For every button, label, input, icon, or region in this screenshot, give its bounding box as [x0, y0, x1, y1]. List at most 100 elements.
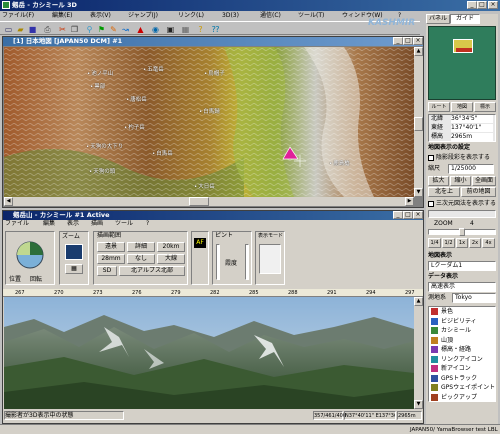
- tab-route[interactable]: ルート: [428, 102, 450, 112]
- focus-slider[interactable]: [216, 244, 220, 280]
- tab-panel[interactable]: パネル: [426, 14, 450, 24]
- haze-slider[interactable]: [245, 244, 249, 280]
- place-label[interactable]: 天狗の頭: [89, 167, 115, 175]
- mountain-icon[interactable]: ▲: [135, 24, 146, 35]
- menu-item[interactable]: ファイル(F): [2, 12, 34, 20]
- help-icon[interactable]: ?: [195, 24, 206, 35]
- place-label[interactable]: 五竜岳: [143, 65, 164, 73]
- datum-select[interactable]: Tokyo: [452, 293, 496, 303]
- layer-item[interactable]: 新アイコン: [429, 364, 471, 373]
- print-icon[interactable]: ⎙: [42, 24, 53, 35]
- menu-item[interactable]: ツール(T): [298, 12, 324, 20]
- 3d-landscape-view[interactable]: [4, 297, 414, 409]
- place-label[interactable]: 唐松岳: [126, 95, 147, 103]
- detail-button[interactable]: 詳細: [127, 242, 155, 252]
- scroll-right-button[interactable]: ▶: [405, 197, 414, 206]
- scroll-left-button[interactable]: ◀: [4, 197, 13, 206]
- scale-select[interactable]: 1/25000: [448, 164, 494, 174]
- context-help-icon[interactable]: ⁇: [210, 24, 221, 35]
- line-button[interactable]: 大線: [157, 254, 185, 264]
- scene-vertical-scrollbar[interactable]: ▲ ▼: [414, 297, 423, 409]
- range-button[interactable]: 20km: [157, 242, 185, 252]
- place-label[interactable]: 白馬鑓: [199, 107, 220, 115]
- scene-menu-item[interactable]: ファイル: [5, 220, 29, 228]
- compass-dial[interactable]: [15, 240, 45, 270]
- map-minimize-button[interactable]: _: [393, 37, 403, 45]
- cut-icon[interactable]: ✂: [57, 24, 68, 35]
- zoom-preset-button[interactable]: 4x: [482, 238, 495, 248]
- scroll-down-button[interactable]: ▼: [414, 188, 423, 197]
- zoom-slider-thumb[interactable]: [459, 228, 465, 236]
- new-icon[interactable]: ▭: [3, 24, 14, 35]
- window-titlebar[interactable]: 剱岳 - カシミール 3D: [0, 0, 500, 11]
- scene-menu-item[interactable]: 編集: [43, 220, 55, 228]
- hscroll-thumb[interactable]: [189, 197, 209, 206]
- place-label[interactable]: 黒部: [90, 82, 105, 90]
- scroll-up-button[interactable]: ▲: [414, 47, 423, 56]
- copy-icon[interactable]: ❐: [69, 24, 80, 35]
- tab-map[interactable]: 地図: [451, 102, 473, 112]
- layer-item[interactable]: ビジビリティ: [429, 317, 477, 326]
- menu-item[interactable]: 表示(V): [90, 12, 111, 20]
- zoom-preset-button[interactable]: 1/2: [442, 238, 455, 248]
- shading-checkbox[interactable]: 陰影段彩を表示する: [428, 154, 490, 162]
- flag-icon[interactable]: ⚑: [96, 24, 107, 35]
- zoom-preset-button[interactable]: 1/4: [428, 238, 441, 248]
- place-label[interactable]: 池ノ平山: [87, 69, 113, 77]
- layer-list[interactable]: 景色 ビジビリティ カシミール 山頂 標高・経路 リンクアイコン 新アイコン GPSトラック G…: [428, 306, 496, 402]
- search-icon[interactable]: ⚲: [84, 24, 95, 35]
- menu-item[interactable]: リンク(L): [178, 12, 204, 20]
- open-folder-icon[interactable]: ▰: [15, 24, 26, 35]
- zoom-out-button[interactable]: 縮小: [450, 176, 471, 186]
- layer-item[interactable]: 山頂: [429, 336, 453, 345]
- grid-icon[interactable]: ▦: [180, 24, 191, 35]
- pencil-icon[interactable]: ✎: [108, 24, 119, 35]
- camera-icon[interactable]: ◉: [150, 24, 161, 35]
- layer-item[interactable]: ピックアップ: [429, 393, 477, 402]
- scene-maximize-button[interactable]: □: [403, 211, 413, 219]
- map-source-select[interactable]: Lクーダム1: [428, 261, 496, 271]
- place-label[interactable]: 鹿島槍: [329, 159, 350, 167]
- distant-view-button[interactable]: 遠景: [97, 242, 125, 252]
- scene-scroll-up-button[interactable]: ▲: [414, 297, 423, 306]
- af-indicator[interactable]: AF: [194, 238, 206, 248]
- place-label[interactable]: 烏帽子: [204, 69, 225, 77]
- tab-guide[interactable]: ガイド: [450, 14, 480, 24]
- scene-menu-item[interactable]: ?: [146, 220, 149, 228]
- map-maximize-button[interactable]: □: [403, 37, 413, 45]
- bearing-ruler[interactable]: 267 270 273 276 279 282 285 288 291 294 297: [3, 289, 423, 297]
- previous-map-button[interactable]: 前の地図: [461, 187, 496, 197]
- layer-item[interactable]: 景色: [429, 307, 453, 316]
- layer-item[interactable]: GPSウェイポイント: [429, 383, 495, 392]
- menu-item[interactable]: 3D(3): [222, 12, 239, 20]
- preview-image[interactable]: [453, 39, 473, 53]
- fullscreen-button[interactable]: 全画面: [472, 176, 496, 186]
- map-horizontal-scrollbar[interactable]: ◀ ▶: [4, 197, 414, 206]
- scroll-thumb[interactable]: [414, 117, 423, 131]
- place-label[interactable]: 白馬岳: [152, 149, 173, 157]
- map-close-button[interactable]: ×: [413, 37, 423, 45]
- sd-button[interactable]: SD: [97, 266, 117, 276]
- menu-item[interactable]: 通信(C): [260, 12, 281, 20]
- scene-menu-item[interactable]: 描画: [91, 220, 103, 228]
- layer-item[interactable]: 標高・経路: [429, 345, 471, 354]
- scene-minimize-button[interactable]: _: [393, 211, 403, 219]
- scene-menu-item[interactable]: ツール: [115, 220, 133, 228]
- menu-item[interactable]: 編集(E): [52, 12, 72, 20]
- preview-button[interactable]: ▦: [65, 264, 83, 274]
- none-button[interactable]: なし: [127, 254, 155, 264]
- menu-item[interactable]: ジャンプ(J): [128, 12, 158, 20]
- save-icon[interactable]: ■: [27, 24, 38, 35]
- layer-item[interactable]: GPSトラック: [429, 374, 477, 383]
- zoom-slider[interactable]: [428, 228, 496, 236]
- projection-slider[interactable]: [428, 210, 496, 218]
- route-icon[interactable]: ↝: [120, 24, 131, 35]
- place-label[interactable]: 杓子岳: [124, 123, 145, 131]
- place-label[interactable]: 大日岳: [194, 182, 215, 190]
- layer-item[interactable]: リンクアイコン: [429, 355, 483, 364]
- scene-scroll-down-button[interactable]: ▼: [414, 400, 423, 409]
- maximize-button[interactable]: □: [477, 1, 487, 9]
- map-window-titlebar[interactable]: [1] 日本地図 [JAPAN50 DCM] #1: [3, 37, 423, 46]
- zoom-preset-button[interactable]: 1x: [456, 238, 468, 248]
- projection-checkbox[interactable]: 三次元図法を表示する: [428, 200, 496, 208]
